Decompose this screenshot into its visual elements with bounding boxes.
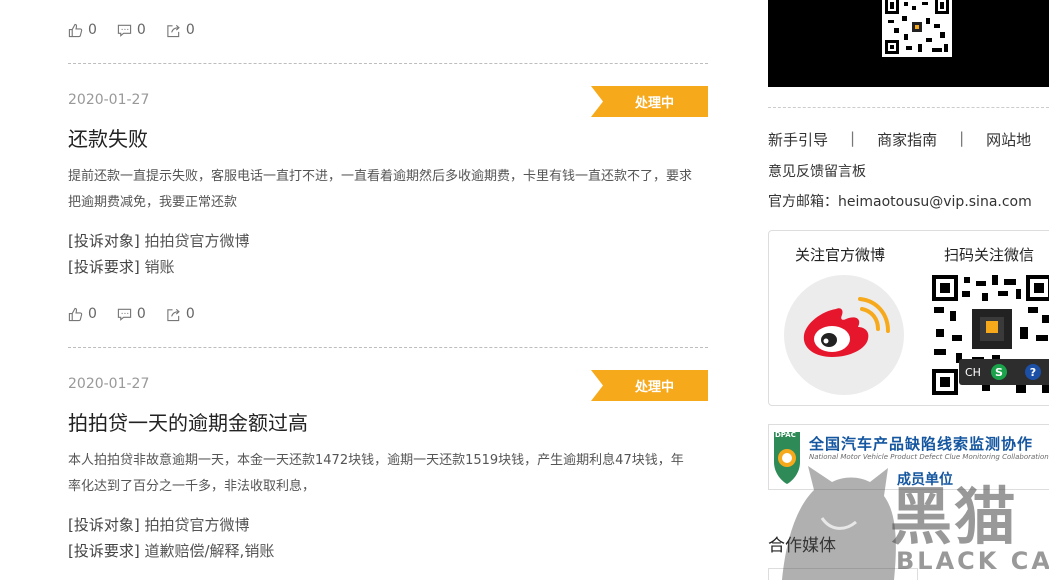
request-label: [投诉要求] <box>68 542 140 560</box>
like-button[interactable]: 0 <box>68 22 97 38</box>
footer-nav: 新手引导 | 商家指南 | 网站地 <box>768 129 1031 150</box>
comment-button[interactable]: 0 <box>117 306 146 322</box>
complaint-title[interactable]: 还款失败 <box>68 123 148 152</box>
complaint-date: 2020-01-27 <box>68 92 150 108</box>
like-button[interactable]: 0 <box>68 306 97 322</box>
comment-icon <box>117 308 132 321</box>
request-value: 销账 <box>144 258 175 276</box>
weibo-link[interactable] <box>784 275 904 395</box>
qr-banner <box>768 0 1049 87</box>
comment-count: 0 <box>136 22 146 38</box>
complaint-target: [投诉对象] 拍拍贷官方微博 <box>68 514 250 535</box>
feedback-link[interactable]: 意见反馈留言板 <box>768 161 866 181</box>
status-badge: 处理中 <box>591 86 708 117</box>
target-value[interactable]: 拍拍贷官方微博 <box>145 232 250 250</box>
complaint-date: 2020-01-27 <box>68 376 150 392</box>
prev-item-actions: 0 0 0 <box>68 22 215 38</box>
watermark-text-en: BLACK CAT <box>896 547 1049 575</box>
complaint-title[interactable]: 拍拍贷一天的逾期金额过高 <box>68 407 308 436</box>
complaint-description: 提前还款一直提示失败，客服电话一直打不进，一直看着逾期然后多收逾期费，卡里有钱一… <box>68 169 693 210</box>
share-button[interactable]: 0 <box>166 306 195 322</box>
follow-weibo-title: 关注官方微博 <box>795 246 886 264</box>
comment-button[interactable]: 0 <box>117 22 146 38</box>
watermark-text-cn: 黑猫 <box>890 480 1019 553</box>
share-count: 0 <box>185 22 195 38</box>
nav-separator: | <box>959 129 965 147</box>
nav-beginner-guide[interactable]: 新手引导 <box>768 129 828 150</box>
comment-icon <box>117 24 132 37</box>
dpac-title: 全国汽车产品缺陷线索监测协作 <box>809 435 1034 453</box>
qr-code-image <box>882 0 952 57</box>
official-email: 官方邮箱：heimaotousu@vip.sina.com <box>768 194 1032 210</box>
dpac-subtitle: National Motor Vehicle Product Defect Cl… <box>809 453 1049 461</box>
complaint-actions: 0 0 0 <box>68 306 215 322</box>
nav-merchant-guide[interactable]: 商家指南 <box>877 129 937 150</box>
divider <box>768 107 1049 108</box>
share-count: 0 <box>185 306 195 322</box>
weibo-icon <box>803 297 890 357</box>
thumbs-up-icon <box>68 307 83 321</box>
help-icon[interactable]: ? <box>1024 364 1041 380</box>
complaint-request: [投诉要求] 道歉赔偿/解释,销账 <box>68 540 274 561</box>
share-icon <box>167 24 180 37</box>
partner-media-title: 合作媒体 <box>768 536 836 556</box>
comment-count: 0 <box>136 306 146 322</box>
follow-wechat-title: 扫码关注微信 <box>944 246 1035 264</box>
target-value[interactable]: 拍拍贷官方微博 <box>145 516 250 534</box>
like-count: 0 <box>88 22 97 38</box>
ime-lang-indicator[interactable]: CH <box>965 366 981 379</box>
thumbs-up-icon <box>68 23 83 37</box>
follow-box: 关注官方微博 扫码关注微信 CH S ? <box>768 230 1049 406</box>
share-icon <box>167 308 180 321</box>
like-count: 0 <box>88 306 97 322</box>
ime-s-icon[interactable]: S <box>990 364 1007 380</box>
complaint-description: 本人拍拍贷非故意逾期一天，本金一天还款1472块钱，逾期一天还款1519块钱，产… <box>68 453 684 494</box>
target-label: [投诉对象] <box>68 232 140 250</box>
request-label: [投诉要求] <box>68 258 140 276</box>
complaint-request: [投诉要求] 销账 <box>68 256 175 277</box>
divider <box>68 347 708 348</box>
request-value: 道歉赔偿/解释,销账 <box>144 542 275 560</box>
complaint-target: [投诉对象] 拍拍贷官方微博 <box>68 230 250 251</box>
target-label: [投诉对象] <box>68 516 140 534</box>
status-badge: 处理中 <box>591 370 708 401</box>
nav-sitemap[interactable]: 网站地 <box>986 129 1031 150</box>
share-button[interactable]: 0 <box>166 22 195 38</box>
ime-toolbar[interactable]: CH S ? <box>959 359 1049 385</box>
nav-separator: | <box>850 129 856 147</box>
divider <box>68 63 708 64</box>
dpac-badge: DPAC <box>775 431 796 439</box>
